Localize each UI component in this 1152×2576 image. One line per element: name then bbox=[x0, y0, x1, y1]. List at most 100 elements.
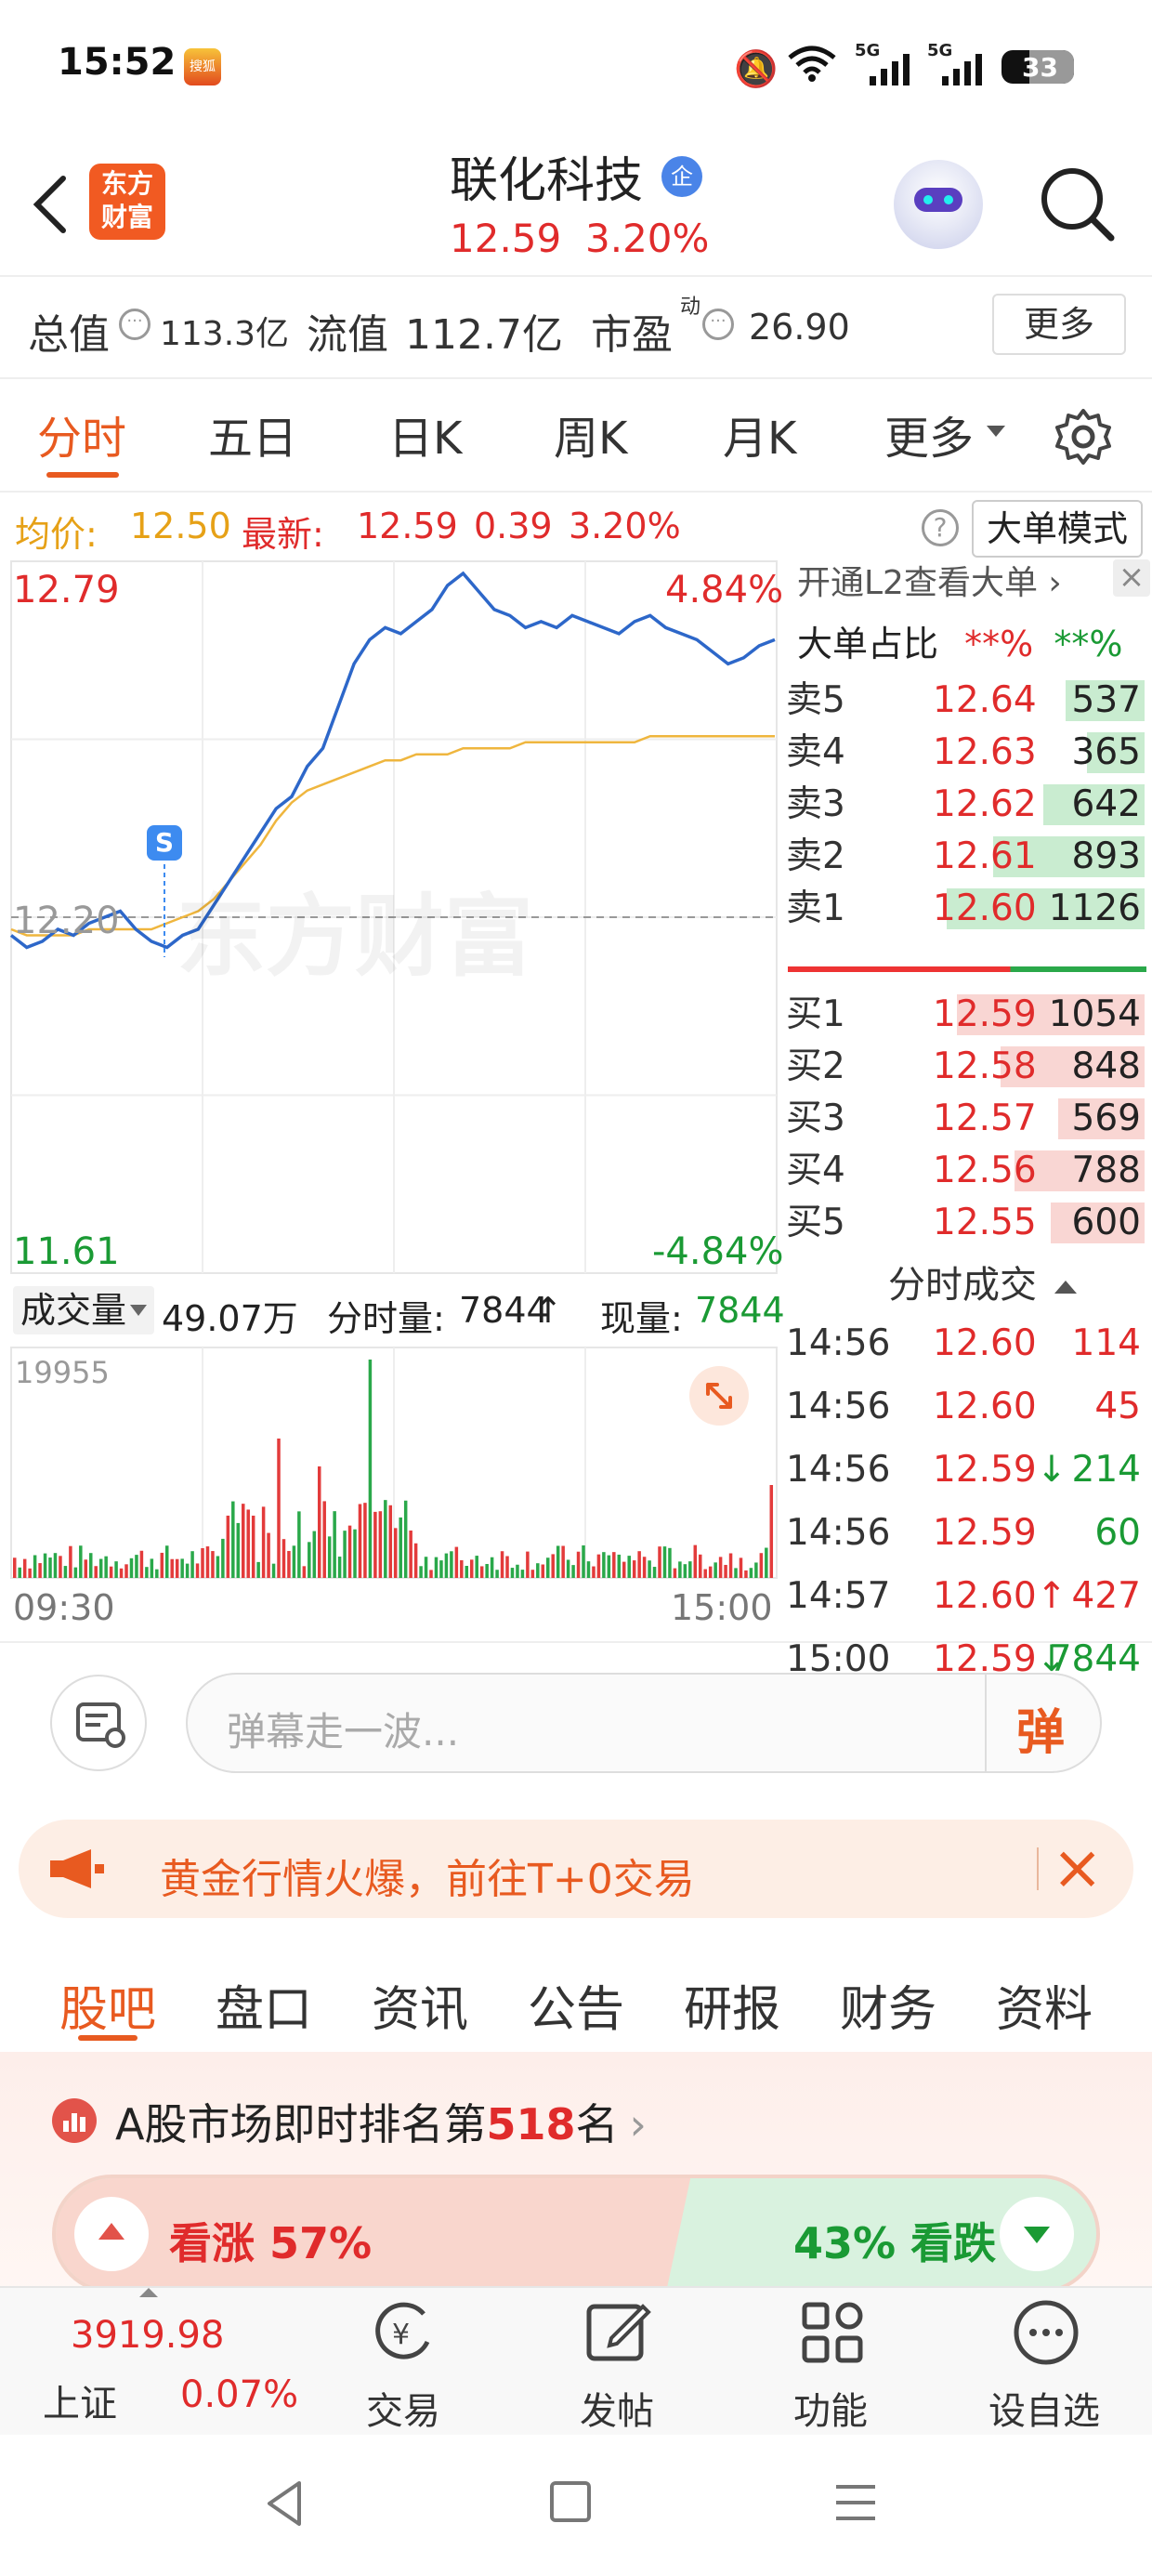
stock-name: 联化科技 bbox=[450, 153, 644, 209]
trade-volume: 60 bbox=[1094, 1512, 1141, 1554]
trade-volume: 214 bbox=[1071, 1449, 1141, 1491]
volume-bar bbox=[586, 1561, 591, 1578]
trade-price-value: 12.60 bbox=[933, 1575, 1037, 1617]
tab-news[interactable]: 资讯 bbox=[372, 1970, 468, 2040]
trade-icon[interactable]: ¥ bbox=[368, 2301, 439, 2366]
bid-row[interactable]: 买2 12.58 848 bbox=[786, 1041, 1146, 1093]
more-stats-button[interactable]: 更多 bbox=[992, 294, 1126, 355]
row-volume: 642 bbox=[1071, 783, 1141, 825]
volume-bar bbox=[180, 1558, 184, 1578]
volume-bar bbox=[160, 1552, 164, 1578]
volume-bar bbox=[576, 1551, 581, 1578]
system-back-icon[interactable] bbox=[262, 2477, 308, 2530]
volume-bar bbox=[333, 1511, 336, 1578]
tab-minute[interactable]: 分时 bbox=[37, 401, 126, 467]
volume-bar bbox=[520, 1570, 525, 1578]
volume-bar bbox=[246, 1509, 250, 1578]
robot-avatar[interactable] bbox=[894, 160, 983, 249]
divider bbox=[0, 377, 1152, 379]
volume-bar bbox=[622, 1561, 626, 1578]
volume-bar bbox=[602, 1552, 606, 1578]
tab-month-k[interactable]: 月K bbox=[723, 401, 796, 467]
tab-profile[interactable]: 资料 bbox=[996, 1970, 1093, 2040]
big-order-mode-button[interactable]: 大单模式 bbox=[972, 500, 1143, 558]
danmu-send-divider bbox=[985, 1675, 987, 1771]
l2-open-link[interactable]: 开通L2查看大单 › bbox=[797, 556, 1062, 604]
divider bbox=[0, 491, 1152, 493]
volume-bar bbox=[424, 1557, 428, 1578]
bid-row[interactable]: 买5 12.55 600 bbox=[786, 1197, 1146, 1249]
close-banner-icon[interactable]: × bbox=[1052, 1831, 1103, 1905]
bearish-button[interactable] bbox=[1000, 2197, 1074, 2271]
trade-time: 14:56 bbox=[786, 1512, 891, 1554]
tab-pankou[interactable]: 盘口 bbox=[216, 1970, 312, 2040]
watchlist-icon[interactable] bbox=[1011, 2297, 1081, 2368]
back-button[interactable] bbox=[22, 167, 78, 242]
bullish-button[interactable] bbox=[74, 2197, 149, 2271]
system-menu-icon[interactable] bbox=[834, 2481, 877, 2524]
tab-week-k[interactable]: 周K bbox=[554, 401, 627, 467]
ratio-red: **% bbox=[964, 624, 1034, 664]
rank-text[interactable]: A股市场即时排名第518名 › bbox=[115, 2091, 647, 2152]
volume-bar bbox=[530, 1570, 535, 1578]
bid-row[interactable]: 买4 12.56 788 bbox=[786, 1145, 1146, 1197]
trade-nav-label[interactable]: 交易 bbox=[301, 2381, 505, 2435]
volume-bar bbox=[475, 1556, 478, 1578]
close-l2-icon[interactable]: × bbox=[1113, 559, 1150, 597]
tab-research[interactable]: 研报 bbox=[684, 1970, 780, 2040]
volume-chart[interactable] bbox=[0, 1346, 786, 1582]
volume-selector[interactable]: 成交量 bbox=[13, 1286, 154, 1334]
order-book-divider bbox=[788, 966, 1146, 972]
volume-total: 49.07万 bbox=[162, 1298, 298, 1339]
volume-bar bbox=[592, 1566, 596, 1578]
danmu-input[interactable]: 弹幕走一波... 弹 bbox=[186, 1673, 1102, 1773]
ask-row[interactable]: 卖3 12.62 642 bbox=[786, 779, 1146, 831]
index-value[interactable]: 3919.98 bbox=[71, 2314, 224, 2357]
function-icon[interactable] bbox=[799, 2299, 866, 2366]
row-label: 买4 bbox=[786, 1150, 845, 1191]
help-icon[interactable]: ? bbox=[922, 509, 959, 546]
volume-bar bbox=[403, 1500, 408, 1578]
pe-value: 26.90 bbox=[749, 307, 850, 348]
signal-s-marker-icon[interactable]: S bbox=[147, 825, 182, 861]
tab-more[interactable]: 更多 bbox=[884, 401, 974, 467]
tab-day-k[interactable]: 日K bbox=[388, 401, 462, 467]
post-icon[interactable] bbox=[583, 2297, 654, 2368]
post-nav-label[interactable]: 发帖 bbox=[515, 2381, 719, 2435]
chevron-right-icon: › bbox=[1037, 564, 1062, 602]
tab-five-day[interactable]: 五日 bbox=[208, 401, 297, 467]
expand-icon[interactable] bbox=[689, 1366, 749, 1426]
change-pct: 3.20% bbox=[569, 506, 681, 546]
volume-bar bbox=[38, 1563, 42, 1578]
volume-bar bbox=[526, 1551, 530, 1578]
volume-bar bbox=[175, 1558, 179, 1578]
tab-announcement[interactable]: 公告 bbox=[528, 1970, 624, 2040]
danmu-button[interactable]: 弹 bbox=[1016, 1693, 1065, 1763]
volume-bar bbox=[89, 1553, 93, 1578]
settings-gear-icon[interactable] bbox=[1054, 407, 1113, 467]
ask-row[interactable]: 卖2 12.61 893 bbox=[786, 831, 1146, 883]
volume-header: 成交量 49.07万 分时量: 7844 ↑ 现量: 7844 bbox=[13, 1286, 785, 1339]
ask-row[interactable]: 卖4 12.63 365 bbox=[786, 727, 1146, 779]
float-label: 流值 bbox=[307, 311, 388, 359]
promo-banner[interactable]: 黄金行情火爆，前往T+0交易 × bbox=[19, 1820, 1133, 1918]
tab-finance[interactable]: 财务 bbox=[840, 1970, 936, 2040]
bid-row[interactable]: 买3 12.57 569 bbox=[786, 1093, 1146, 1145]
volume-bar bbox=[139, 1550, 144, 1578]
volume-bar bbox=[150, 1558, 154, 1578]
volume-bar bbox=[231, 1501, 235, 1578]
trades-title[interactable]: 分时成交 bbox=[888, 1255, 1077, 1308]
ask-row[interactable]: 卖5 12.64 537 bbox=[786, 675, 1146, 727]
watchlist-nav-label[interactable]: 设自选 bbox=[942, 2381, 1146, 2435]
bid-row[interactable]: 买1 12.59 1054 bbox=[786, 989, 1146, 1041]
search-icon[interactable] bbox=[1037, 164, 1119, 245]
system-home-icon[interactable] bbox=[550, 2481, 591, 2522]
row-label: 买3 bbox=[786, 1097, 845, 1139]
tab-guba[interactable]: 股吧 bbox=[59, 1970, 156, 2040]
signal-icon-2: 5G bbox=[927, 41, 988, 87]
row-volume: 569 bbox=[1071, 1097, 1141, 1139]
ask-row[interactable]: 卖1 12.60 1126 bbox=[786, 883, 1146, 935]
trade-time: 14:56 bbox=[786, 1449, 891, 1491]
function-nav-label[interactable]: 功能 bbox=[728, 2381, 933, 2435]
danmu-settings-icon[interactable] bbox=[50, 1675, 147, 1771]
